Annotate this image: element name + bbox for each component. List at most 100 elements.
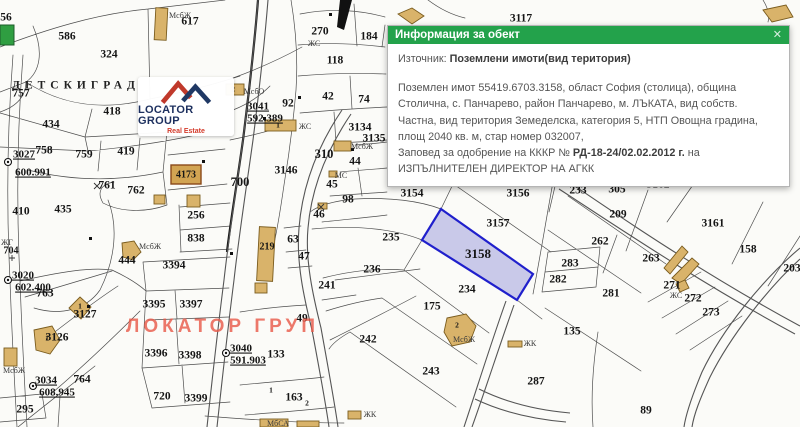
map-label-45: 45: [326, 179, 338, 191]
map-label-133: 133: [267, 349, 285, 361]
map-label-271: 271: [663, 280, 681, 292]
map-label-44: 44: [349, 156, 361, 168]
map-label-3398: 3398: [179, 350, 202, 362]
map-label-270: 270: [311, 26, 329, 38]
mountain-logo-icon: [150, 79, 222, 104]
map-label-3126: 3126: [46, 332, 69, 344]
map-label-3041: 3041: [247, 101, 269, 113]
map-label-273: 273: [702, 307, 720, 319]
map-label-761: 761: [98, 180, 116, 192]
map-label-47: 47: [298, 251, 310, 263]
map-label-4173: 4173: [176, 169, 196, 180]
map-label-759: 759: [75, 149, 93, 161]
locator-group-logo: LOCATOR GROUP Real Estate: [138, 77, 234, 136]
popup-header: Информация за обект ✕: [388, 26, 789, 44]
map-label-3154: 3154: [401, 188, 424, 200]
map-label-3397: 3397: [180, 299, 203, 311]
map-label-42: 42: [322, 91, 334, 103]
survey-marker: [223, 350, 230, 357]
map-label-700: 700: [231, 175, 250, 189]
survey-marker: [5, 159, 12, 166]
map-label-3117: 3117: [510, 13, 533, 25]
map-label-243: 243: [422, 366, 440, 378]
order-prefix: Заповед за одобрение на КККР №: [398, 147, 573, 159]
map-label-586: 586: [58, 31, 76, 43]
green-zone-square: [0, 25, 14, 45]
map-label-2: 2: [455, 321, 459, 330]
map-label-434: 434: [42, 119, 60, 131]
map-label-МсбЖ: МсбЖ: [139, 242, 162, 251]
popup-body: Източник: Поземлени имоти(вид територия)…: [388, 44, 789, 186]
map-label-324: 324: [100, 49, 118, 61]
parcel-description: Поземлен имот 55419.6703.3158, област Со…: [398, 80, 779, 145]
map-label-89: 89: [640, 405, 652, 417]
road-segment-dark: [337, 0, 352, 30]
map-label-435: 435: [54, 204, 72, 216]
map-label-256: 256: [187, 210, 205, 222]
map-label-3146: 3146: [275, 165, 298, 177]
map-label-242: 242: [359, 334, 377, 346]
map-label-283: 283: [561, 258, 579, 270]
map-label-241: 241: [318, 280, 336, 292]
map-label-764: 764: [73, 374, 91, 386]
map-label-1: 1: [276, 121, 280, 130]
map-label-МсбО: МсбО: [244, 87, 265, 96]
map-label-МсбЖ: МсбЖ: [3, 366, 26, 375]
map-label-63: 63: [287, 234, 299, 246]
map-label-ДЕТСКИГРАД: ДЕТСКИГРАД: [12, 80, 140, 92]
cadastral-map-app: { "popup": { "title": "Информация за обе…: [0, 0, 800, 427]
map-label-МсбЖ: МсбЖ: [169, 11, 192, 20]
map-label-ЖС: ЖС: [670, 291, 682, 300]
map-label-3157: 3157: [487, 218, 510, 230]
map-label-56: 56: [0, 12, 12, 24]
map-label-591.903: 591.903: [230, 355, 266, 367]
map-label-92: 92: [282, 98, 294, 110]
map-label-3040: 3040: [230, 343, 253, 355]
logo-subtitle: Real Estate: [167, 127, 205, 136]
map-label-3127: 3127: [74, 309, 97, 321]
order-number: РД-18-24/02.02.2012 г.: [573, 147, 685, 159]
map-label-МС: МС: [335, 171, 347, 180]
survey-marker: [5, 277, 12, 284]
map-label-203: 203: [783, 263, 800, 275]
map-label-МсбЖ: МсбЖ: [453, 335, 476, 344]
map-label-3161: 3161: [702, 218, 725, 230]
map-label-757: 757: [12, 88, 30, 100]
map-label-163: 163: [285, 392, 303, 404]
close-icon[interactable]: ✕: [773, 26, 782, 44]
map-label-МсбЖ: МсбЖ: [351, 142, 374, 151]
source-value: Поземлени имоти(вид територия): [450, 53, 631, 65]
map-label-410: 410: [12, 206, 30, 218]
map-label-209: 209: [609, 209, 627, 221]
map-label-3027: 3027: [13, 149, 36, 161]
map-label-263: 263: [642, 253, 660, 265]
map-label-98: 98: [342, 194, 354, 206]
map-label-3399: 3399: [185, 393, 208, 405]
watermark-text: ЛОКАТОР ГРУП: [126, 316, 319, 338]
map-label-184: 184: [360, 31, 378, 43]
map-label-ЖК: ЖК: [524, 339, 537, 348]
map-label-3158: 3158: [465, 246, 492, 261]
map-label-3034: 3034: [35, 375, 58, 387]
logo-name: LOCATOR GROUP: [138, 105, 234, 127]
map-label-219: 219: [260, 241, 275, 252]
map-label-272: 272: [684, 293, 702, 305]
map-label-3396: 3396: [145, 348, 168, 360]
map-label-3394: 3394: [163, 260, 186, 272]
popup-title: Информация за обект: [395, 29, 520, 41]
map-label-1: 1: [45, 334, 49, 343]
map-label-234: 234: [458, 284, 476, 296]
map-label-720: 720: [153, 391, 171, 403]
order-line: Заповед за одобрение на КККР № РД-18-24/…: [398, 145, 779, 177]
source-label: Източник:: [398, 53, 447, 65]
map-label-46: 46: [313, 209, 325, 221]
map-label-763: 763: [36, 288, 54, 300]
map-label-135: 135: [563, 326, 581, 338]
map-label-704: 704: [4, 245, 19, 256]
map-label-74: 74: [358, 94, 370, 106]
source-line: Източник: Поземлени имоти(вид територия): [398, 51, 779, 67]
map-label-ЖС: ЖС: [299, 122, 311, 131]
map-label-281: 281: [602, 288, 620, 300]
map-label-236: 236: [363, 264, 381, 276]
object-info-popup: Информация за обект ✕ Източник: Поземлен…: [387, 25, 790, 187]
